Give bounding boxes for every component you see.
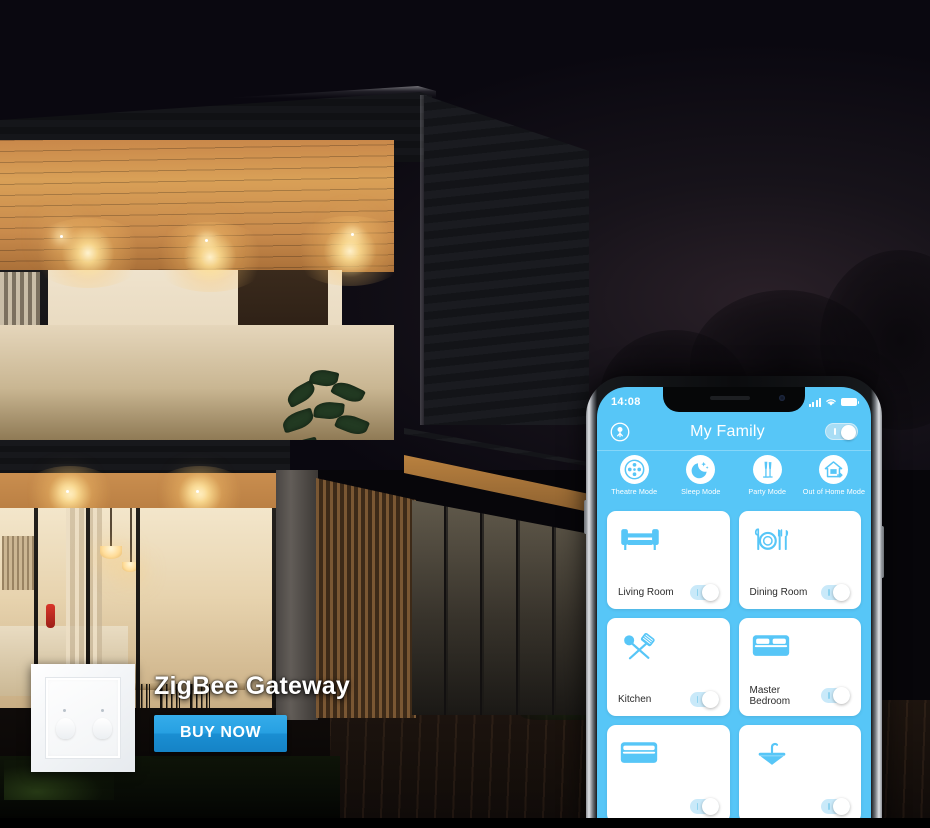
bottom-letterbox bbox=[0, 818, 930, 828]
kitchen-hood bbox=[2, 536, 36, 590]
mode-label: Out of Home Mode bbox=[802, 487, 866, 496]
wifi-icon bbox=[826, 399, 836, 406]
status-time: 14:08 bbox=[611, 396, 641, 408]
sofa-icon bbox=[620, 525, 660, 560]
power-button[interactable] bbox=[881, 526, 884, 578]
out-of-home-mode-icon bbox=[819, 455, 849, 484]
mode-party[interactable]: Party Mode bbox=[736, 455, 798, 496]
phone-notch bbox=[663, 387, 805, 412]
bed-icon bbox=[620, 739, 658, 772]
scene-modes-row: Theatre Mode Sleep Mode Party Mode Out o… bbox=[597, 455, 871, 507]
room-card-dining-room[interactable]: Dining Room bbox=[738, 511, 861, 609]
room-toggle[interactable] bbox=[689, 584, 719, 601]
promo-banner: ZigBee Gateway BUY NOW 14:08 My Family T… bbox=[0, 0, 930, 828]
front-camera bbox=[779, 395, 785, 401]
room-card-kitchen[interactable]: Kitchen bbox=[607, 618, 730, 716]
user-avatar-icon[interactable] bbox=[610, 422, 630, 442]
mode-out-of-home[interactable]: Out of Home Mode bbox=[803, 455, 865, 496]
room-card-master-bedroom[interactable]: Master Bedroom bbox=[738, 618, 861, 716]
plate-cutlery-icon bbox=[752, 525, 792, 560]
party-mode-icon bbox=[752, 455, 782, 484]
product-thumbnail[interactable] bbox=[31, 664, 135, 772]
volume-button[interactable] bbox=[584, 500, 587, 534]
recessed-downlight bbox=[66, 490, 69, 493]
glass-mullion bbox=[136, 508, 140, 708]
ceiling-light-glow bbox=[28, 218, 148, 288]
phone-screen: 14:08 My Family Theatre Mode Sleep Mode … bbox=[597, 387, 871, 828]
ceiling-light-glow bbox=[150, 222, 270, 292]
mode-theatre[interactable]: Theatre Mode bbox=[603, 455, 665, 496]
room-toggle[interactable] bbox=[689, 691, 719, 708]
potted-plant bbox=[280, 367, 372, 440]
mode-label: Party Mode bbox=[748, 487, 787, 496]
phone-mockup: 14:08 My Family Theatre Mode Sleep Mode … bbox=[584, 376, 884, 828]
room-toggle[interactable] bbox=[821, 798, 850, 815]
room-toggle[interactable] bbox=[821, 584, 850, 601]
master-power-toggle[interactable] bbox=[825, 423, 858, 440]
earpiece-speaker bbox=[710, 396, 750, 400]
pendant-cord bbox=[130, 508, 132, 564]
sink-icon bbox=[752, 739, 792, 774]
battery-icon bbox=[841, 398, 859, 406]
bed-icon bbox=[752, 632, 790, 665]
recessed-downlight bbox=[351, 233, 354, 236]
buy-now-button[interactable]: BUY NOW bbox=[154, 715, 288, 752]
recessed-downlight bbox=[196, 490, 199, 493]
mode-label: Sleep Mode bbox=[681, 487, 721, 496]
room-toggle[interactable] bbox=[821, 687, 850, 705]
switch-faceplate bbox=[45, 677, 121, 759]
upper-balcony bbox=[0, 140, 394, 440]
recessed-downlight bbox=[205, 239, 208, 242]
mode-sleep[interactable]: Sleep Mode bbox=[670, 455, 732, 496]
promo-content: ZigBee Gateway BUY NOW bbox=[154, 672, 350, 752]
app-header: My Family bbox=[597, 413, 871, 451]
red-vase bbox=[46, 604, 55, 628]
pendant-lamp bbox=[100, 546, 122, 559]
app-title: My Family bbox=[690, 422, 765, 440]
sleep-mode-icon bbox=[686, 455, 716, 484]
recessed-downlight bbox=[60, 235, 63, 238]
signal-bars-icon bbox=[808, 397, 821, 407]
promo-title: ZigBee Gateway bbox=[154, 672, 350, 700]
right-wing-wall bbox=[424, 95, 589, 425]
room-card-bathroom[interactable] bbox=[738, 725, 861, 823]
room-name: Dining Room bbox=[749, 586, 808, 598]
theatre-mode-icon bbox=[619, 455, 649, 484]
rooms-grid: Living Room Dining Room Kitchen Master B… bbox=[597, 511, 871, 828]
room-name: Living Room bbox=[618, 586, 674, 598]
room-name: Kitchen bbox=[618, 693, 652, 705]
room-toggle[interactable] bbox=[689, 798, 719, 815]
right-glass-facade bbox=[412, 500, 590, 715]
mode-label: Theatre Mode bbox=[611, 487, 658, 496]
pendant-cord bbox=[110, 508, 112, 548]
room-card-living-room[interactable]: Living Room bbox=[607, 511, 730, 609]
room-name: Master Bedroom bbox=[749, 684, 791, 707]
room-card-bedroom-2[interactable] bbox=[607, 725, 730, 823]
spatula-utensils-icon bbox=[620, 632, 660, 667]
